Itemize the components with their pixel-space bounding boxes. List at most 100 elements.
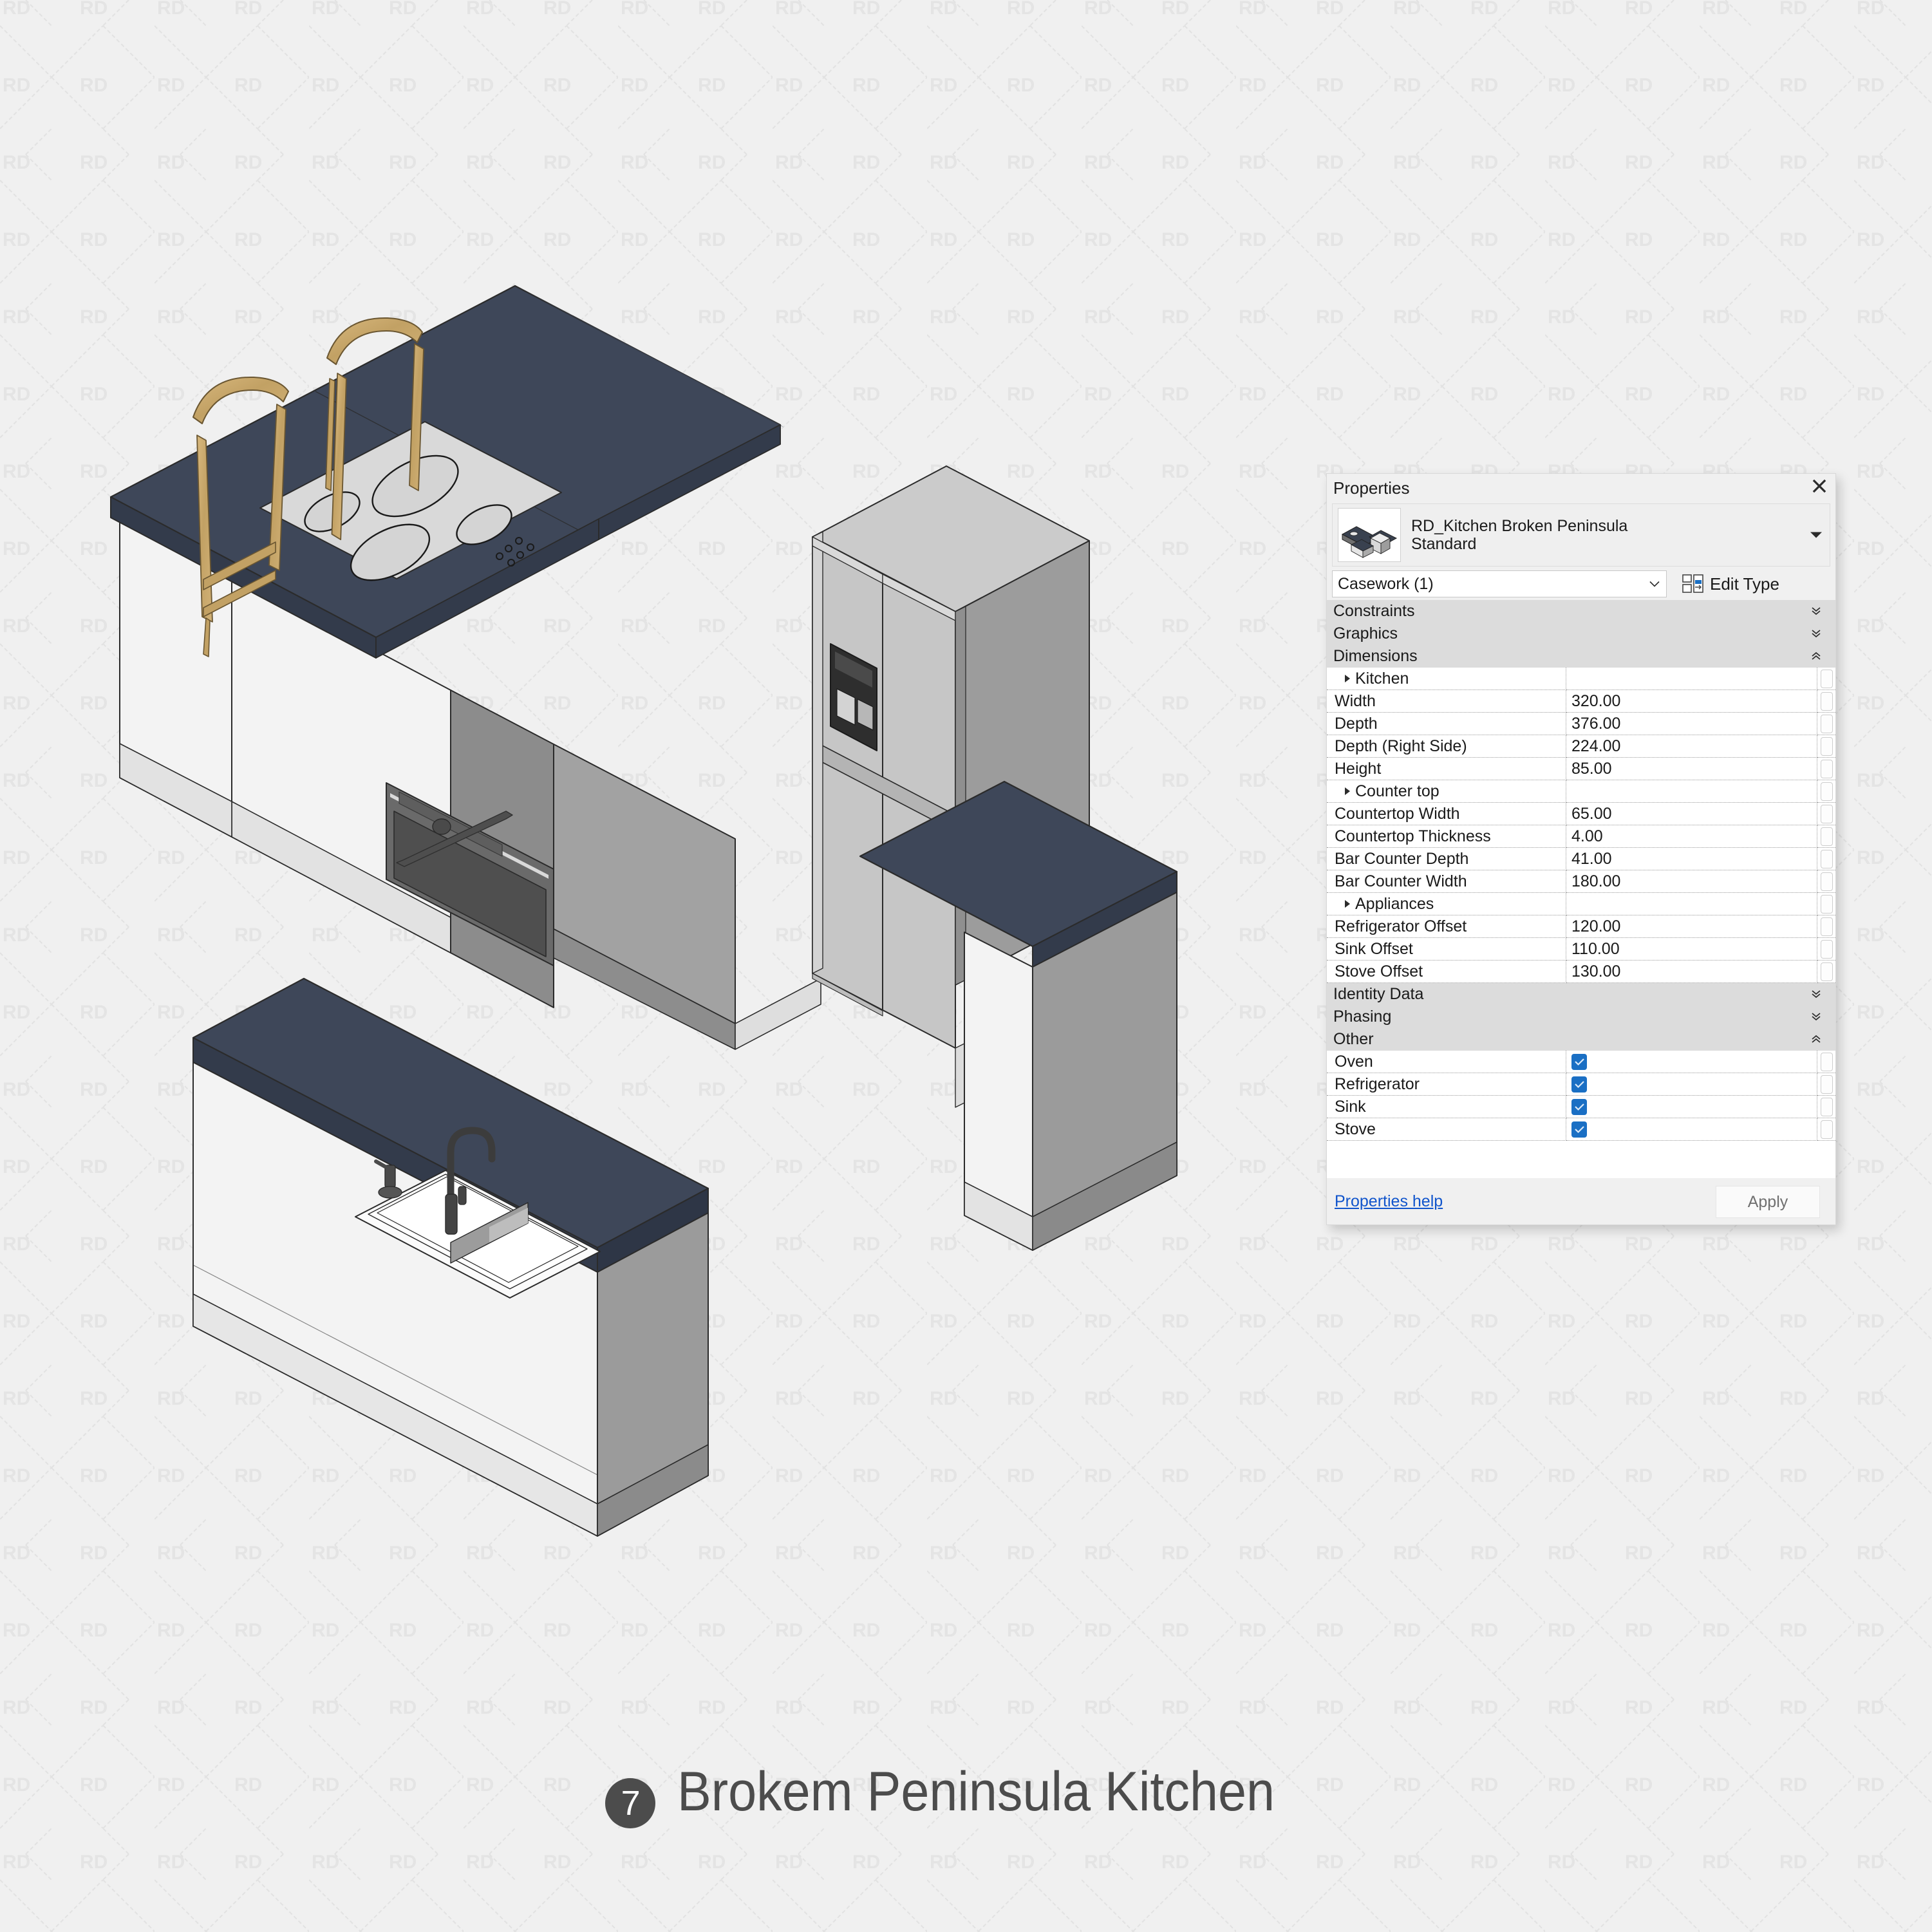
table-row[interactable]: Stove [1327, 1118, 1835, 1141]
group-header-graphics[interactable]: Graphics [1327, 623, 1835, 645]
row-label: Sink Offset [1335, 939, 1413, 958]
type-selector[interactable]: RD_Kitchen Broken Peninsula Standard [1332, 503, 1830, 567]
row-value-cell[interactable]: 65.00 [1566, 803, 1817, 825]
row-lock-cell[interactable] [1817, 1051, 1835, 1073]
row-value: 110.00 [1571, 939, 1620, 958]
row-lock-cell[interactable] [1817, 915, 1835, 938]
row-label-cell: Appliances [1327, 893, 1566, 915]
row-lock-cell[interactable] [1817, 780, 1835, 803]
edit-type-icon [1682, 574, 1703, 593]
row-value-cell[interactable]: 41.00 [1566, 848, 1817, 870]
row-lock-cell[interactable] [1817, 690, 1835, 713]
row-value-cell[interactable] [1566, 1073, 1817, 1096]
row-lock-cell[interactable] [1817, 848, 1835, 870]
category-row[interactable]: Casework (1) Edit Type [1332, 570, 1830, 597]
other-rows: Oven Refrigerator Sink Stove [1327, 1051, 1835, 1141]
close-icon[interactable] [1808, 475, 1830, 497]
triangle-right-icon[interactable] [1345, 787, 1350, 795]
row-label: Stove Offset [1335, 962, 1423, 980]
checkbox-sink[interactable] [1571, 1098, 1587, 1115]
table-row[interactable]: Bar Counter Depth 41.00 [1327, 848, 1835, 870]
chevron-down-icon[interactable] [1810, 532, 1822, 538]
row-lock-cell[interactable] [1817, 1073, 1835, 1096]
table-row[interactable]: Appliances [1327, 893, 1835, 915]
row-label-cell: Refrigerator [1327, 1073, 1566, 1096]
category-select[interactable]: Casework (1) [1332, 570, 1667, 597]
row-lock-cell[interactable] [1817, 938, 1835, 961]
group-header-constraints[interactable]: Constraints [1327, 600, 1835, 623]
row-label-cell: Refrigerator Offset [1327, 915, 1566, 938]
triangle-right-icon[interactable] [1345, 900, 1350, 908]
checkbox-oven[interactable] [1571, 1053, 1587, 1070]
row-lock-cell[interactable] [1817, 1096, 1835, 1118]
table-row[interactable]: Depth 376.00 [1327, 713, 1835, 735]
row-lock-cell[interactable] [1817, 668, 1835, 690]
row-lock-cell[interactable] [1817, 735, 1835, 758]
row-label: Kitchen [1355, 669, 1409, 688]
table-row[interactable]: Sink [1327, 1096, 1835, 1118]
table-row[interactable]: Bar Counter Width 180.00 [1327, 870, 1835, 893]
table-row[interactable]: Sink Offset 110.00 [1327, 938, 1835, 961]
row-lock-cell[interactable] [1817, 803, 1835, 825]
row-value-cell[interactable] [1566, 893, 1817, 915]
table-row[interactable]: Oven [1327, 1051, 1835, 1073]
row-value-cell[interactable]: 180.00 [1566, 870, 1817, 893]
row-value-cell[interactable]: 4.00 [1566, 825, 1817, 848]
table-row[interactable]: Refrigerator [1327, 1073, 1835, 1096]
row-label-cell: Depth (Right Side) [1327, 735, 1566, 758]
table-row[interactable]: Height 85.00 [1327, 758, 1835, 780]
row-value-cell[interactable] [1566, 668, 1817, 690]
table-row[interactable]: Width 320.00 [1327, 690, 1835, 713]
group-header-other[interactable]: Other [1327, 1028, 1835, 1051]
apply-button[interactable]: Apply [1716, 1186, 1820, 1218]
row-value-cell[interactable]: 376.00 [1566, 713, 1817, 735]
row-label-cell: Sink Offset [1327, 938, 1566, 961]
row-label: Countertop Width [1335, 804, 1460, 823]
triangle-right-icon[interactable] [1345, 675, 1350, 682]
row-lock-cell[interactable] [1817, 825, 1835, 848]
properties-palette[interactable]: Properties RD_Kitchen Broken Peninsula S… [1326, 473, 1836, 1225]
edit-type-button[interactable]: Edit Type [1682, 574, 1779, 594]
properties-list[interactable]: Constraints Graphics Dimensions Kitchen [1327, 600, 1835, 1178]
row-lock-cell[interactable] [1817, 893, 1835, 915]
properties-help-link[interactable]: Properties help [1335, 1192, 1443, 1211]
table-row[interactable]: Refrigerator Offset 120.00 [1327, 915, 1835, 938]
group-header-identity-data[interactable]: Identity Data [1327, 983, 1835, 1006]
row-lock-cell[interactable] [1817, 758, 1835, 780]
table-row[interactable]: Kitchen [1327, 668, 1835, 690]
row-value-cell[interactable] [1566, 1118, 1817, 1141]
table-row[interactable]: Countertop Thickness 4.00 [1327, 825, 1835, 848]
row-lock-cell[interactable] [1817, 961, 1835, 983]
chevron-double-down-icon [1812, 630, 1821, 638]
row-value-cell[interactable]: 85.00 [1566, 758, 1817, 780]
group-label: Dimensions [1333, 646, 1418, 665]
row-lock-cell[interactable] [1817, 1118, 1835, 1141]
group-header-phasing[interactable]: Phasing [1327, 1006, 1835, 1028]
type-name: RD_Kitchen Broken Peninsula Standard [1411, 517, 1627, 554]
row-value-cell[interactable]: 120.00 [1566, 915, 1817, 938]
row-value-cell[interactable]: 224.00 [1566, 735, 1817, 758]
row-label: Depth [1335, 714, 1378, 733]
table-row[interactable]: Countertop Width 65.00 [1327, 803, 1835, 825]
row-label-cell: Height [1327, 758, 1566, 780]
row-lock-cell[interactable] [1817, 870, 1835, 893]
table-row[interactable]: Stove Offset 130.00 [1327, 961, 1835, 983]
model-viewport[interactable] [0, 0, 1288, 1609]
chevron-double-down-icon [1812, 607, 1821, 615]
row-value-cell[interactable]: 320.00 [1566, 690, 1817, 713]
checkbox-refrigerator[interactable] [1571, 1076, 1587, 1093]
properties-titlebar[interactable]: Properties [1327, 474, 1835, 502]
row-label: Depth (Right Side) [1335, 736, 1467, 755]
row-value-cell[interactable]: 110.00 [1566, 938, 1817, 961]
group-label: Constraints [1333, 601, 1415, 620]
row-value-cell[interactable]: 130.00 [1566, 961, 1817, 983]
checkbox-stove[interactable] [1571, 1121, 1587, 1138]
row-lock-cell[interactable] [1817, 713, 1835, 735]
row-value-cell[interactable] [1566, 1051, 1817, 1073]
table-row[interactable]: Depth (Right Side) 224.00 [1327, 735, 1835, 758]
group-header-dimensions[interactable]: Dimensions [1327, 645, 1835, 668]
row-value-cell[interactable] [1566, 1096, 1817, 1118]
table-row[interactable]: Counter top [1327, 780, 1835, 803]
row-label: Countertop Thickness [1335, 827, 1491, 845]
row-value-cell[interactable] [1566, 780, 1817, 803]
